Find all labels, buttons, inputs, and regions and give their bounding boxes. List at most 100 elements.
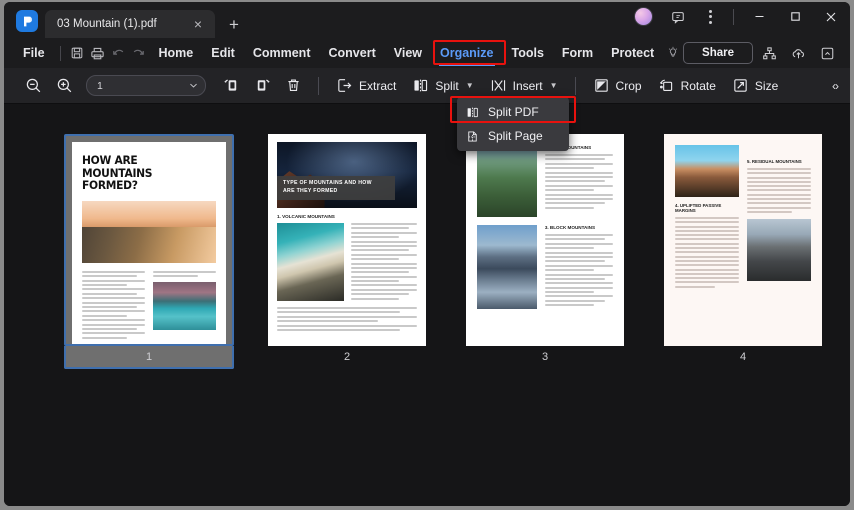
feedback-icon[interactable] [663, 4, 693, 30]
page-1-lake-image [153, 282, 216, 331]
zoom-out-icon[interactable] [18, 73, 49, 98]
zoom-in-icon[interactable] [49, 73, 80, 98]
chevron-down-icon [190, 83, 197, 88]
page-2-section-heading: 1. VOLCANIC MOUNTAINS [277, 214, 335, 219]
page-3-column-1: 2. FOLD MOUNTAINS [544, 145, 613, 217]
page-1-number-footer: 1 [64, 346, 234, 369]
page-1-title: HOW ARE MOUNTAINS FORMED? [82, 153, 153, 193]
save-icon[interactable] [68, 42, 86, 64]
page-2-banner: TYPE OF MOUNTAINS AND HOW ARE THEY FORME… [277, 176, 395, 200]
page-2-text-column [351, 223, 417, 302]
page-4-section-heading-2: 4. UPLIFTED PASSIVE MARGINS [675, 203, 722, 213]
page-2-text-block-bottom [277, 307, 417, 331]
menu-bar: File Home Edit Comment Convert View Orga… [4, 38, 850, 68]
rotate-page-left-icon[interactable] [216, 73, 247, 98]
thumbnail-page-3[interactable]: 2. FOLD MOUNTAINS 3. BLOC [446, 134, 644, 369]
application-window: 03 Mountain (1).pdf × + File Home Edit C… [4, 2, 850, 506]
menu-item-split-page[interactable]: Split Page [457, 124, 569, 148]
new-tab-icon[interactable]: + [225, 15, 243, 33]
page-3-number: 3 [541, 351, 549, 363]
page-2-banner-line1: TYPE OF MOUNTAINS AND HOW [283, 180, 372, 187]
page-number-input[interactable]: 1 [86, 75, 206, 96]
divider [318, 76, 319, 95]
rotate-page-right-icon[interactable] [247, 73, 278, 98]
menu-item-file[interactable]: File [14, 43, 54, 63]
more-vertical-icon[interactable] [695, 4, 725, 30]
menu-item-protect[interactable]: Protect [602, 43, 663, 63]
print-icon[interactable] [89, 42, 107, 64]
page-1-text-column-right [153, 270, 216, 341]
menu-item-comment[interactable]: Comment [244, 43, 320, 63]
window-controls-group [634, 2, 850, 38]
page-2-banner-line2: ARE THEY FORMED [283, 188, 338, 195]
page-2-night-sky-image: TYPE OF MOUNTAINS AND HOW ARE THEY FORME… [277, 142, 417, 208]
split-label: Split [435, 78, 459, 93]
page-3-column-2: 3. BLOCK MOUNTAINS [544, 225, 613, 309]
toolbar-overflow-button[interactable]: ‹› [826, 75, 844, 97]
delete-page-icon[interactable] [278, 73, 309, 98]
page-3-reflection-image [477, 225, 537, 309]
extract-button[interactable]: Extract [328, 73, 404, 98]
maximize-button[interactable] [778, 2, 812, 31]
document-tab-title: 03 Mountain (1).pdf [57, 18, 157, 30]
split-dropdown-menu: Split PDF Split Page [457, 97, 569, 151]
menu-item-convert[interactable]: Convert [320, 43, 385, 63]
collapse-ribbon-icon[interactable] [814, 41, 840, 65]
redo-icon[interactable] [129, 42, 147, 64]
divider [733, 8, 734, 25]
split-button[interactable]: Split ▼ [404, 73, 481, 98]
menu-item-organize[interactable]: Organize [431, 43, 503, 66]
split-page-label: Split Page [488, 129, 543, 143]
page-3-valley-image [477, 145, 537, 217]
rotate-button[interactable]: Rotate [650, 73, 724, 98]
menu-item-view[interactable]: View [385, 43, 431, 63]
page-4-sunlit-peak-image [675, 145, 739, 197]
title-bar: 03 Mountain (1).pdf × + [4, 2, 850, 38]
page-1-selection-frame[interactable]: HOW ARE MOUNTAINS FORMED? [64, 134, 234, 346]
undo-icon[interactable] [109, 42, 127, 64]
document-tab[interactable]: 03 Mountain (1).pdf × [45, 10, 215, 38]
divider [59, 45, 61, 61]
close-window-button[interactable] [814, 2, 848, 31]
split-pdf-icon [467, 107, 478, 117]
thumbnail-page-2[interactable]: TYPE OF MOUNTAINS AND HOW ARE THEY FORME… [248, 134, 446, 369]
size-label: Size [754, 78, 779, 93]
menu-item-home[interactable]: Home [150, 43, 203, 63]
lightbulb-icon[interactable] [663, 41, 683, 65]
page-3-preview: 2. FOLD MOUNTAINS 3. BLOC [466, 134, 624, 346]
thumbnail-page-4[interactable]: 4. UPLIFTED PASSIVE MARGINS 5. RESIDUAL … [644, 134, 842, 369]
menu-item-form[interactable]: Form [553, 43, 602, 63]
split-pdf-label: Split PDF [488, 105, 539, 119]
menu-item-edit[interactable]: Edit [202, 43, 244, 63]
rotate-label: Rotate [680, 78, 716, 93]
organize-toolbar: 1 Extract Split ▼ Insert ▼ Crop Rotate S… [4, 68, 850, 104]
page-4-section-heading-1: 5. RESIDUAL MOUNTAINS [747, 159, 802, 164]
close-tab-icon[interactable]: × [189, 15, 207, 33]
insert-label: Insert [512, 78, 543, 93]
minimize-button[interactable] [742, 2, 776, 31]
page-number-value: 1 [97, 79, 103, 92]
page-4-column-left: 4. UPLIFTED PASSIVE MARGINS [675, 145, 739, 290]
page-4-rocky-summit-image [747, 218, 811, 281]
page-4-column-right: 5. RESIDUAL MOUNTAINS [747, 145, 811, 290]
extract-label: Extract [359, 78, 397, 93]
page-2-lagoon-image [277, 223, 345, 301]
page-3-section-heading-2: 3. BLOCK MOUNTAINS [544, 225, 596, 230]
thumbnail-page-1[interactable]: HOW ARE MOUNTAINS FORMED? 1 [50, 134, 248, 369]
page-2-preview: TYPE OF MOUNTAINS AND HOW ARE THEY FORME… [268, 134, 426, 346]
insert-button[interactable]: Insert ▼ [482, 73, 566, 98]
page-2-number: 2 [343, 351, 351, 363]
menu-item-tools[interactable]: Tools [503, 43, 553, 63]
divider [574, 76, 576, 95]
size-button[interactable]: Size [724, 73, 786, 98]
pdfelement-logo-icon [16, 10, 38, 32]
menu-item-split-pdf[interactable]: Split PDF [457, 100, 569, 124]
share-button[interactable]: Share [683, 42, 754, 64]
page-1-preview: HOW ARE MOUNTAINS FORMED? [72, 142, 226, 344]
chevron-down-icon: ▼ [465, 81, 474, 90]
crop-label: Crop [615, 78, 642, 93]
cloud-upload-icon[interactable] [785, 41, 811, 65]
sitemap-icon[interactable] [756, 41, 782, 65]
avatar[interactable] [634, 7, 653, 26]
crop-button[interactable]: Crop [585, 73, 650, 98]
